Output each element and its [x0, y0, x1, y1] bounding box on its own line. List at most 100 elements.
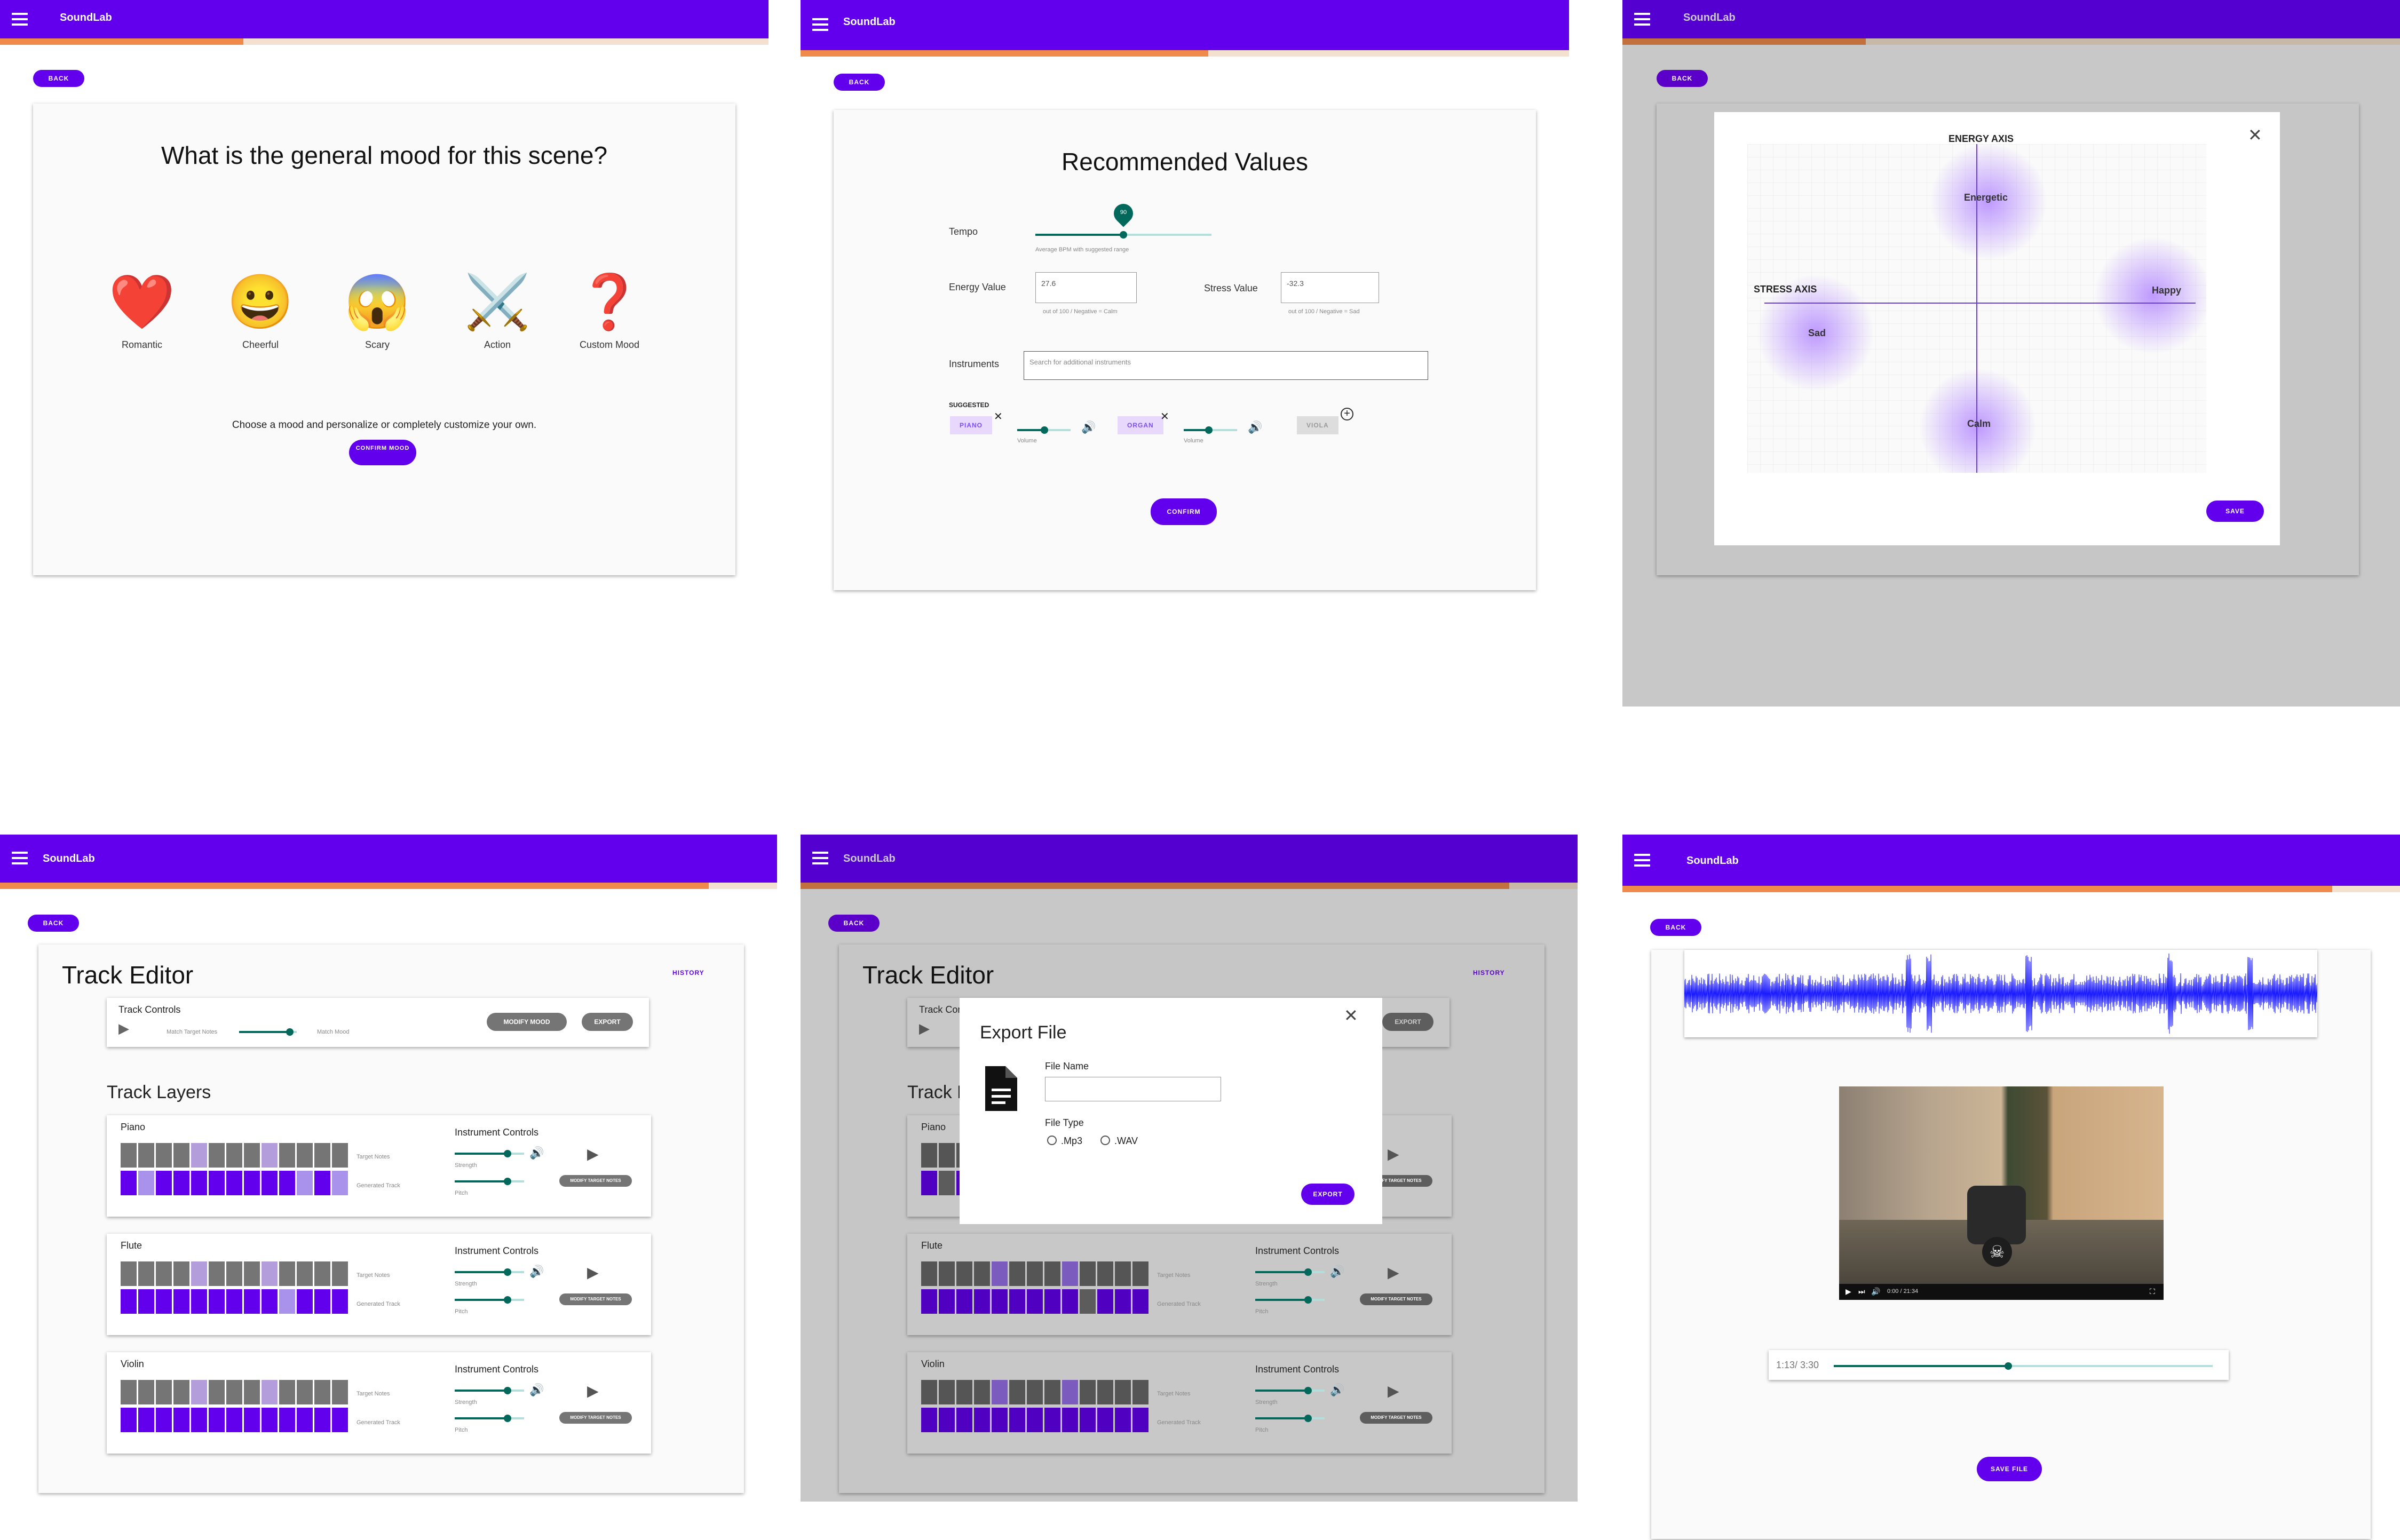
- target-note-cell[interactable]: [138, 1261, 154, 1286]
- target-note-cell[interactable]: [921, 1261, 937, 1286]
- radio-mp3[interactable]: [1047, 1136, 1057, 1145]
- generated-note-cell[interactable]: [156, 1289, 172, 1314]
- generated-note-cell[interactable]: [314, 1289, 330, 1314]
- generated-note-cell[interactable]: [1062, 1408, 1078, 1432]
- target-note-cell[interactable]: [226, 1380, 242, 1404]
- generated-note-cell[interactable]: [279, 1289, 295, 1314]
- export-button[interactable]: EXPORT: [582, 1013, 633, 1031]
- play-icon[interactable]: ▶: [919, 1020, 930, 1037]
- target-note-cell[interactable]: [332, 1261, 348, 1286]
- history-link[interactable]: HISTORY: [1473, 969, 1505, 977]
- target-note-cell[interactable]: [939, 1261, 955, 1286]
- file-name-input[interactable]: [1045, 1077, 1221, 1101]
- video-volume-icon[interactable]: 🔊: [1871, 1287, 1880, 1296]
- speaker-icon[interactable]: 🔊: [529, 1383, 544, 1397]
- generated-note-cell[interactable]: [138, 1289, 154, 1314]
- generated-note-cell[interactable]: [297, 1289, 313, 1314]
- target-note-cell[interactable]: [209, 1261, 225, 1286]
- generated-note-cell[interactable]: [1115, 1289, 1131, 1314]
- target-note-cell[interactable]: [209, 1380, 225, 1404]
- generated-note-cell[interactable]: [1097, 1408, 1113, 1432]
- generated-note-cell[interactable]: [209, 1289, 225, 1314]
- energy-field[interactable]: 27.6: [1035, 272, 1137, 303]
- generated-note-cell[interactable]: [332, 1171, 348, 1195]
- target-note-cell[interactable]: [121, 1261, 137, 1286]
- generated-note-cell[interactable]: [121, 1289, 137, 1314]
- target-note-cell[interactable]: [1027, 1380, 1043, 1404]
- generated-note-cell[interactable]: [939, 1171, 955, 1195]
- pitch-slider[interactable]: [455, 1417, 524, 1419]
- target-note-cell[interactable]: [191, 1380, 207, 1404]
- target-note-cell[interactable]: [1132, 1380, 1148, 1404]
- scrub-thumb[interactable]: [2005, 1362, 2012, 1370]
- save-file-button[interactable]: SAVE FILE: [1977, 1457, 2042, 1481]
- video-next-icon[interactable]: ⏭: [1858, 1287, 1865, 1296]
- target-note-cell[interactable]: [974, 1380, 990, 1404]
- target-note-cell[interactable]: [939, 1143, 955, 1168]
- generated-note-cell[interactable]: [992, 1289, 1008, 1314]
- export-button[interactable]: EXPORT: [1382, 1013, 1433, 1031]
- modify-target-notes-button[interactable]: MODIFY TARGET NOTES: [559, 1412, 632, 1424]
- generated-note-cell[interactable]: [244, 1408, 260, 1432]
- generated-note-cell[interactable]: [1044, 1289, 1060, 1314]
- pitch-slider[interactable]: [1255, 1299, 1325, 1301]
- generated-note-cell[interactable]: [974, 1289, 990, 1314]
- pitch-slider[interactable]: [455, 1299, 524, 1301]
- generated-note-cell[interactable]: [1132, 1289, 1148, 1314]
- generated-note-cell[interactable]: [1027, 1289, 1043, 1314]
- modify-target-notes-button[interactable]: MODIFY TARGET NOTES: [559, 1175, 632, 1187]
- back-button[interactable]: BACK: [834, 74, 885, 91]
- generated-note-cell[interactable]: [314, 1408, 330, 1432]
- target-note-cell[interactable]: [974, 1261, 990, 1286]
- strength-slider[interactable]: [1255, 1271, 1325, 1273]
- generated-note-cell[interactable]: [332, 1408, 348, 1432]
- mood-romantic[interactable]: ❤️ Romantic: [99, 270, 185, 351]
- generated-note-cell[interactable]: [1115, 1408, 1131, 1432]
- layer-play-icon[interactable]: ▶: [587, 1264, 599, 1281]
- layer-play-icon[interactable]: ▶: [1388, 1264, 1399, 1281]
- layer-play-icon[interactable]: ▶: [587, 1145, 599, 1163]
- pitch-slider-thumb[interactable]: [1304, 1415, 1312, 1422]
- back-button[interactable]: BACK: [1650, 919, 1701, 936]
- target-note-cell[interactable]: [209, 1143, 225, 1168]
- pitch-slider-thumb[interactable]: [504, 1415, 511, 1422]
- generated-note-cell[interactable]: [262, 1408, 278, 1432]
- target-note-cell[interactable]: [1009, 1380, 1025, 1404]
- generated-note-cell[interactable]: [921, 1171, 937, 1195]
- generated-note-cell[interactable]: [138, 1408, 154, 1432]
- generated-note-cell[interactable]: [244, 1171, 260, 1195]
- generated-note-cell[interactable]: [191, 1171, 207, 1195]
- target-note-cell[interactable]: [297, 1261, 313, 1286]
- pitch-slider-thumb[interactable]: [504, 1178, 511, 1185]
- mood-action[interactable]: ⚔️ Action: [455, 270, 540, 351]
- generated-note-cell[interactable]: [297, 1408, 313, 1432]
- target-note-cell[interactable]: [244, 1261, 260, 1286]
- generated-note-cell[interactable]: [1080, 1408, 1096, 1432]
- generated-note-cell[interactable]: [297, 1171, 313, 1195]
- instruments-search-input[interactable]: Search for additional instruments: [1024, 351, 1428, 380]
- video-fullscreen-icon[interactable]: ⛶: [2150, 1287, 2155, 1296]
- strength-slider-thumb[interactable]: [504, 1387, 511, 1394]
- generated-note-cell[interactable]: [121, 1171, 137, 1195]
- hamburger-icon[interactable]: [1634, 13, 1650, 26]
- generated-note-cell[interactable]: [921, 1408, 937, 1432]
- hamburger-icon[interactable]: [12, 852, 28, 864]
- piano-volume-thumb[interactable]: [1041, 426, 1048, 434]
- target-note-cell[interactable]: [956, 1261, 972, 1286]
- mood-custom[interactable]: ❓ Custom Mood: [567, 270, 652, 351]
- strength-slider[interactable]: [455, 1271, 524, 1273]
- target-note-cell[interactable]: [279, 1143, 295, 1168]
- play-icon[interactable]: ▶: [118, 1020, 129, 1037]
- remove-organ-icon[interactable]: ✕: [1160, 410, 1169, 423]
- target-note-cell[interactable]: [1132, 1261, 1148, 1286]
- target-note-cell[interactable]: [173, 1261, 189, 1286]
- target-note-cell[interactable]: [992, 1261, 1008, 1286]
- target-note-cell[interactable]: [332, 1380, 348, 1404]
- waveform[interactable]: [1684, 950, 2317, 1037]
- strength-slider-thumb[interactable]: [1304, 1268, 1312, 1276]
- target-note-cell[interactable]: [262, 1380, 278, 1404]
- target-note-cell[interactable]: [1097, 1380, 1113, 1404]
- target-note-cell[interactable]: [226, 1143, 242, 1168]
- target-note-cell[interactable]: [1062, 1380, 1078, 1404]
- strength-slider[interactable]: [455, 1390, 524, 1392]
